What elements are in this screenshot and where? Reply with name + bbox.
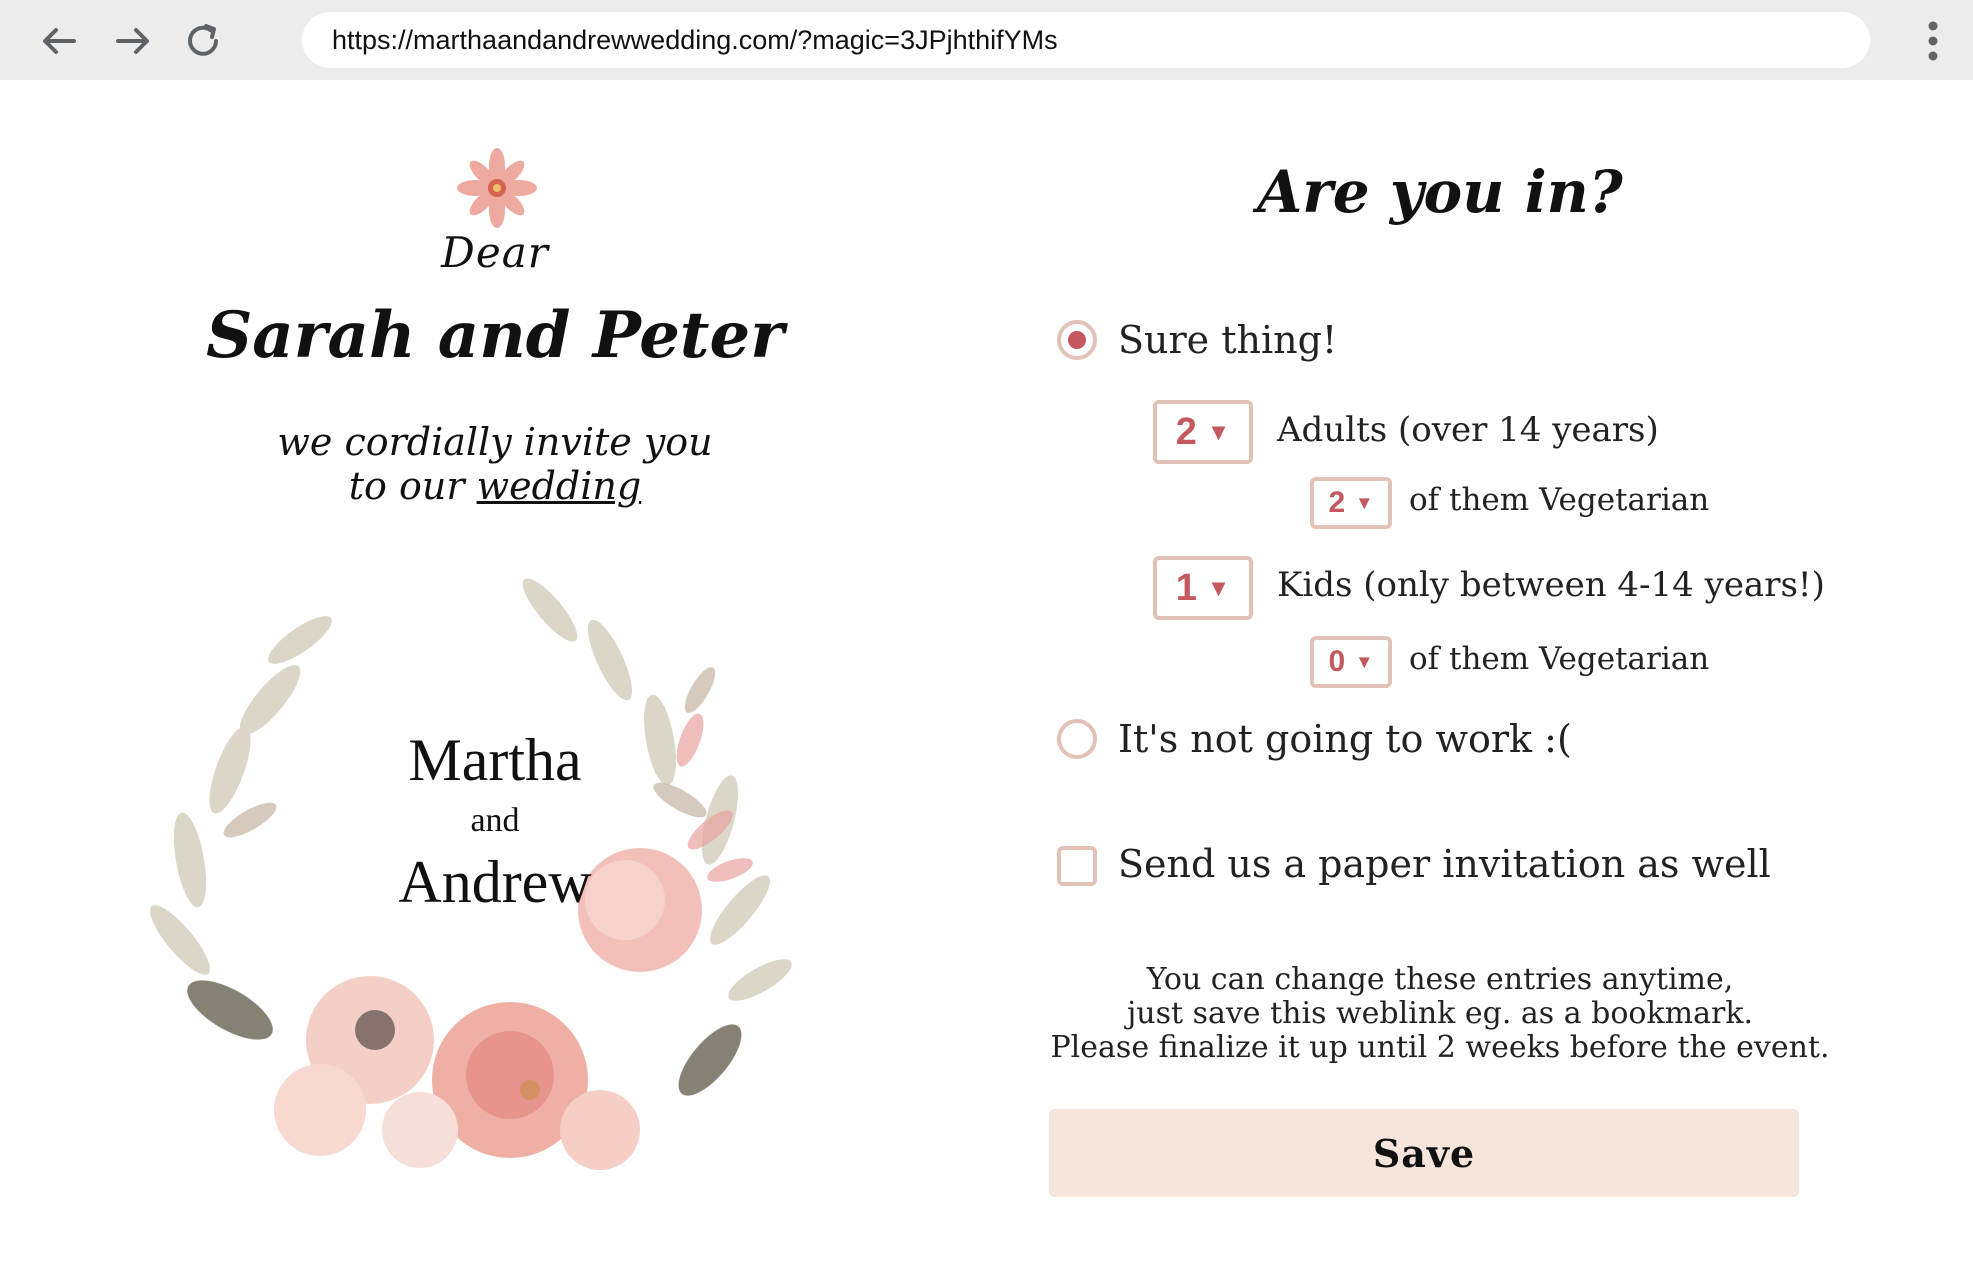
url-text: https://marthaandandrewwedding.com/?magi…: [332, 24, 1058, 55]
invitation-card: Dear Sarah and Peter we cordially invite…: [120, 130, 880, 1230]
couple-name-1: Martha: [408, 727, 582, 793]
couple-name-2: Andrew: [398, 849, 592, 915]
radio-no[interactable]: [1057, 719, 1097, 759]
flower-icon: [457, 148, 537, 228]
paper-invitation-checkbox[interactable]: [1057, 846, 1097, 886]
caret-down-icon: ▼: [1206, 418, 1231, 445]
option-yes-label[interactable]: Sure thing!: [1118, 318, 1337, 362]
kids-vegetarian-value: 0: [1328, 645, 1346, 678]
paper-invitation-label[interactable]: Send us a paper invitation as well: [1118, 842, 1771, 886]
forward-arrow-icon[interactable]: [112, 20, 154, 62]
kids-count-select[interactable]: 1 ▼: [1153, 556, 1253, 620]
adults-vegetarian-value: 2: [1328, 486, 1346, 519]
caret-down-icon: ▼: [1206, 574, 1231, 601]
kids-label: Kids (only between 4-14 years!): [1277, 565, 1825, 605]
invite-line-1: we cordially invite you: [277, 420, 713, 464]
adults-vegetarian-label: of them Vegetarian: [1409, 482, 1710, 518]
more-vert-icon[interactable]: [1918, 18, 1948, 64]
reload-icon[interactable]: [182, 20, 224, 62]
caret-down-icon: ▼: [1355, 492, 1374, 513]
note-line-1: You can change these entries anytime,: [1146, 962, 1734, 997]
greeting: Dear: [441, 228, 549, 277]
guest-names: Sarah and Peter: [206, 298, 784, 373]
caret-down-icon: ▼: [1355, 651, 1374, 672]
invite-line-2-prefix: to our: [348, 464, 477, 508]
radio-yes[interactable]: [1057, 320, 1097, 360]
kids-count-value: 1: [1175, 566, 1197, 609]
rsvp-title: Are you in?: [1257, 158, 1623, 226]
save-button[interactable]: Save: [1049, 1109, 1799, 1197]
adults-vegetarian-select[interactable]: 2 ▼: [1310, 477, 1392, 529]
back-arrow-icon[interactable]: [38, 20, 80, 62]
adults-count-value: 2: [1175, 410, 1197, 453]
couple-and: and: [470, 802, 520, 839]
note-line-3: Please finalize it up until 2 weeks befo…: [1050, 1030, 1830, 1065]
invite-wedding-word: wedding: [476, 464, 642, 508]
option-no-label[interactable]: It's not going to work :(: [1118, 717, 1572, 761]
note-line-2: just save this weblink eg. as a bookmark…: [1126, 996, 1754, 1031]
adults-count-select[interactable]: 2 ▼: [1153, 400, 1253, 464]
browser-toolbar: https://marthaandandrewwedding.com/?magi…: [0, 0, 1973, 80]
url-bar[interactable]: https://marthaandandrewwedding.com/?magi…: [302, 12, 1870, 68]
kids-vegetarian-label: of them Vegetarian: [1409, 641, 1710, 677]
kids-vegetarian-select[interactable]: 0 ▼: [1310, 636, 1392, 688]
invite-line-2: to our wedding: [120, 464, 870, 508]
adults-label: Adults (over 14 years): [1277, 410, 1659, 450]
